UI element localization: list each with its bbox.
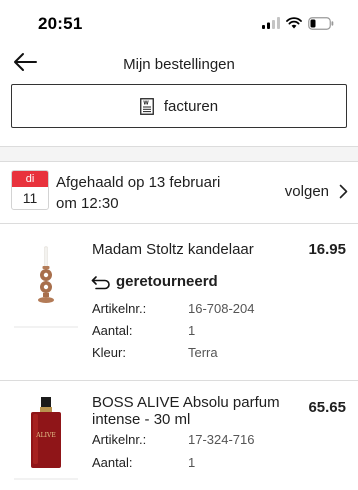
nav-bar: Mijn bestellingen bbox=[0, 46, 358, 84]
status-bar: 20:51 bbox=[0, 0, 358, 46]
calendar-day: di bbox=[12, 171, 48, 187]
svg-text:W: W bbox=[143, 100, 149, 106]
section-gap bbox=[0, 147, 358, 161]
return-arrow-icon bbox=[91, 275, 110, 289]
candleholder-image bbox=[14, 246, 78, 328]
product-name[interactable]: BOSS ALIVE Absolu parfum intense - 30 ml bbox=[92, 394, 282, 428]
attribute-value: 17-324-716 bbox=[188, 432, 255, 447]
battery-icon bbox=[308, 16, 334, 30]
order-item: ALIVE BOSS ALIVE Absolu parfum intense -… bbox=[0, 381, 358, 490]
page-title: Mijn bestellingen bbox=[123, 56, 235, 73]
attribute-value: Terra bbox=[188, 345, 218, 360]
delivery-time-text: om 12:30 bbox=[56, 195, 119, 212]
attribute-label: Aantal: bbox=[92, 455, 133, 470]
calendar-date: 11 bbox=[22, 190, 38, 206]
delivery-status-row[interactable]: di 11 Afgehaald op 13 februari om 12:30 … bbox=[0, 162, 358, 222]
attribute-label: Kleur: bbox=[92, 345, 126, 360]
attribute-value: 16-708-204 bbox=[188, 301, 255, 316]
product-price: 65.65 bbox=[308, 399, 346, 416]
invoices-button[interactable]: W facturen bbox=[11, 84, 347, 128]
track-label: volgen bbox=[284, 183, 329, 200]
invoices-label: facturen bbox=[163, 97, 219, 115]
status-time: 20:51 bbox=[38, 14, 83, 33]
attribute-label: Artikelnr.: bbox=[92, 301, 147, 316]
chevron-right-icon bbox=[339, 184, 348, 199]
order-item: Madam Stoltz kandelaar 16.95 geretournee… bbox=[0, 224, 358, 380]
product-image-candleholder[interactable] bbox=[12, 244, 80, 334]
attribute-value: 1 bbox=[188, 323, 196, 338]
bottle-label-text: ALIVE bbox=[35, 432, 55, 439]
calendar-icon: di 11 bbox=[11, 170, 49, 210]
track-link[interactable]: volgen bbox=[285, 183, 348, 200]
attribute-label: Aantal: bbox=[92, 323, 133, 338]
attribute-value: 1 bbox=[188, 455, 196, 470]
wifi-icon bbox=[286, 17, 302, 29]
attribute-label: Artikelnr.: bbox=[92, 432, 147, 447]
status-icons bbox=[262, 15, 334, 31]
signal-icon bbox=[262, 17, 280, 29]
product-price: 16.95 bbox=[308, 241, 346, 258]
document-icon: W bbox=[139, 97, 154, 115]
product-image-perfume[interactable]: ALIVE bbox=[12, 395, 80, 483]
product-name[interactable]: Madam Stoltz kandelaar bbox=[92, 241, 282, 258]
return-status: geretourneerd bbox=[90, 273, 218, 290]
delivery-status-text: Afgehaald op 13 februari bbox=[56, 174, 221, 191]
return-status-label: geretourneerd bbox=[116, 273, 218, 290]
perfume-bottle-image: ALIVE bbox=[14, 397, 78, 480]
